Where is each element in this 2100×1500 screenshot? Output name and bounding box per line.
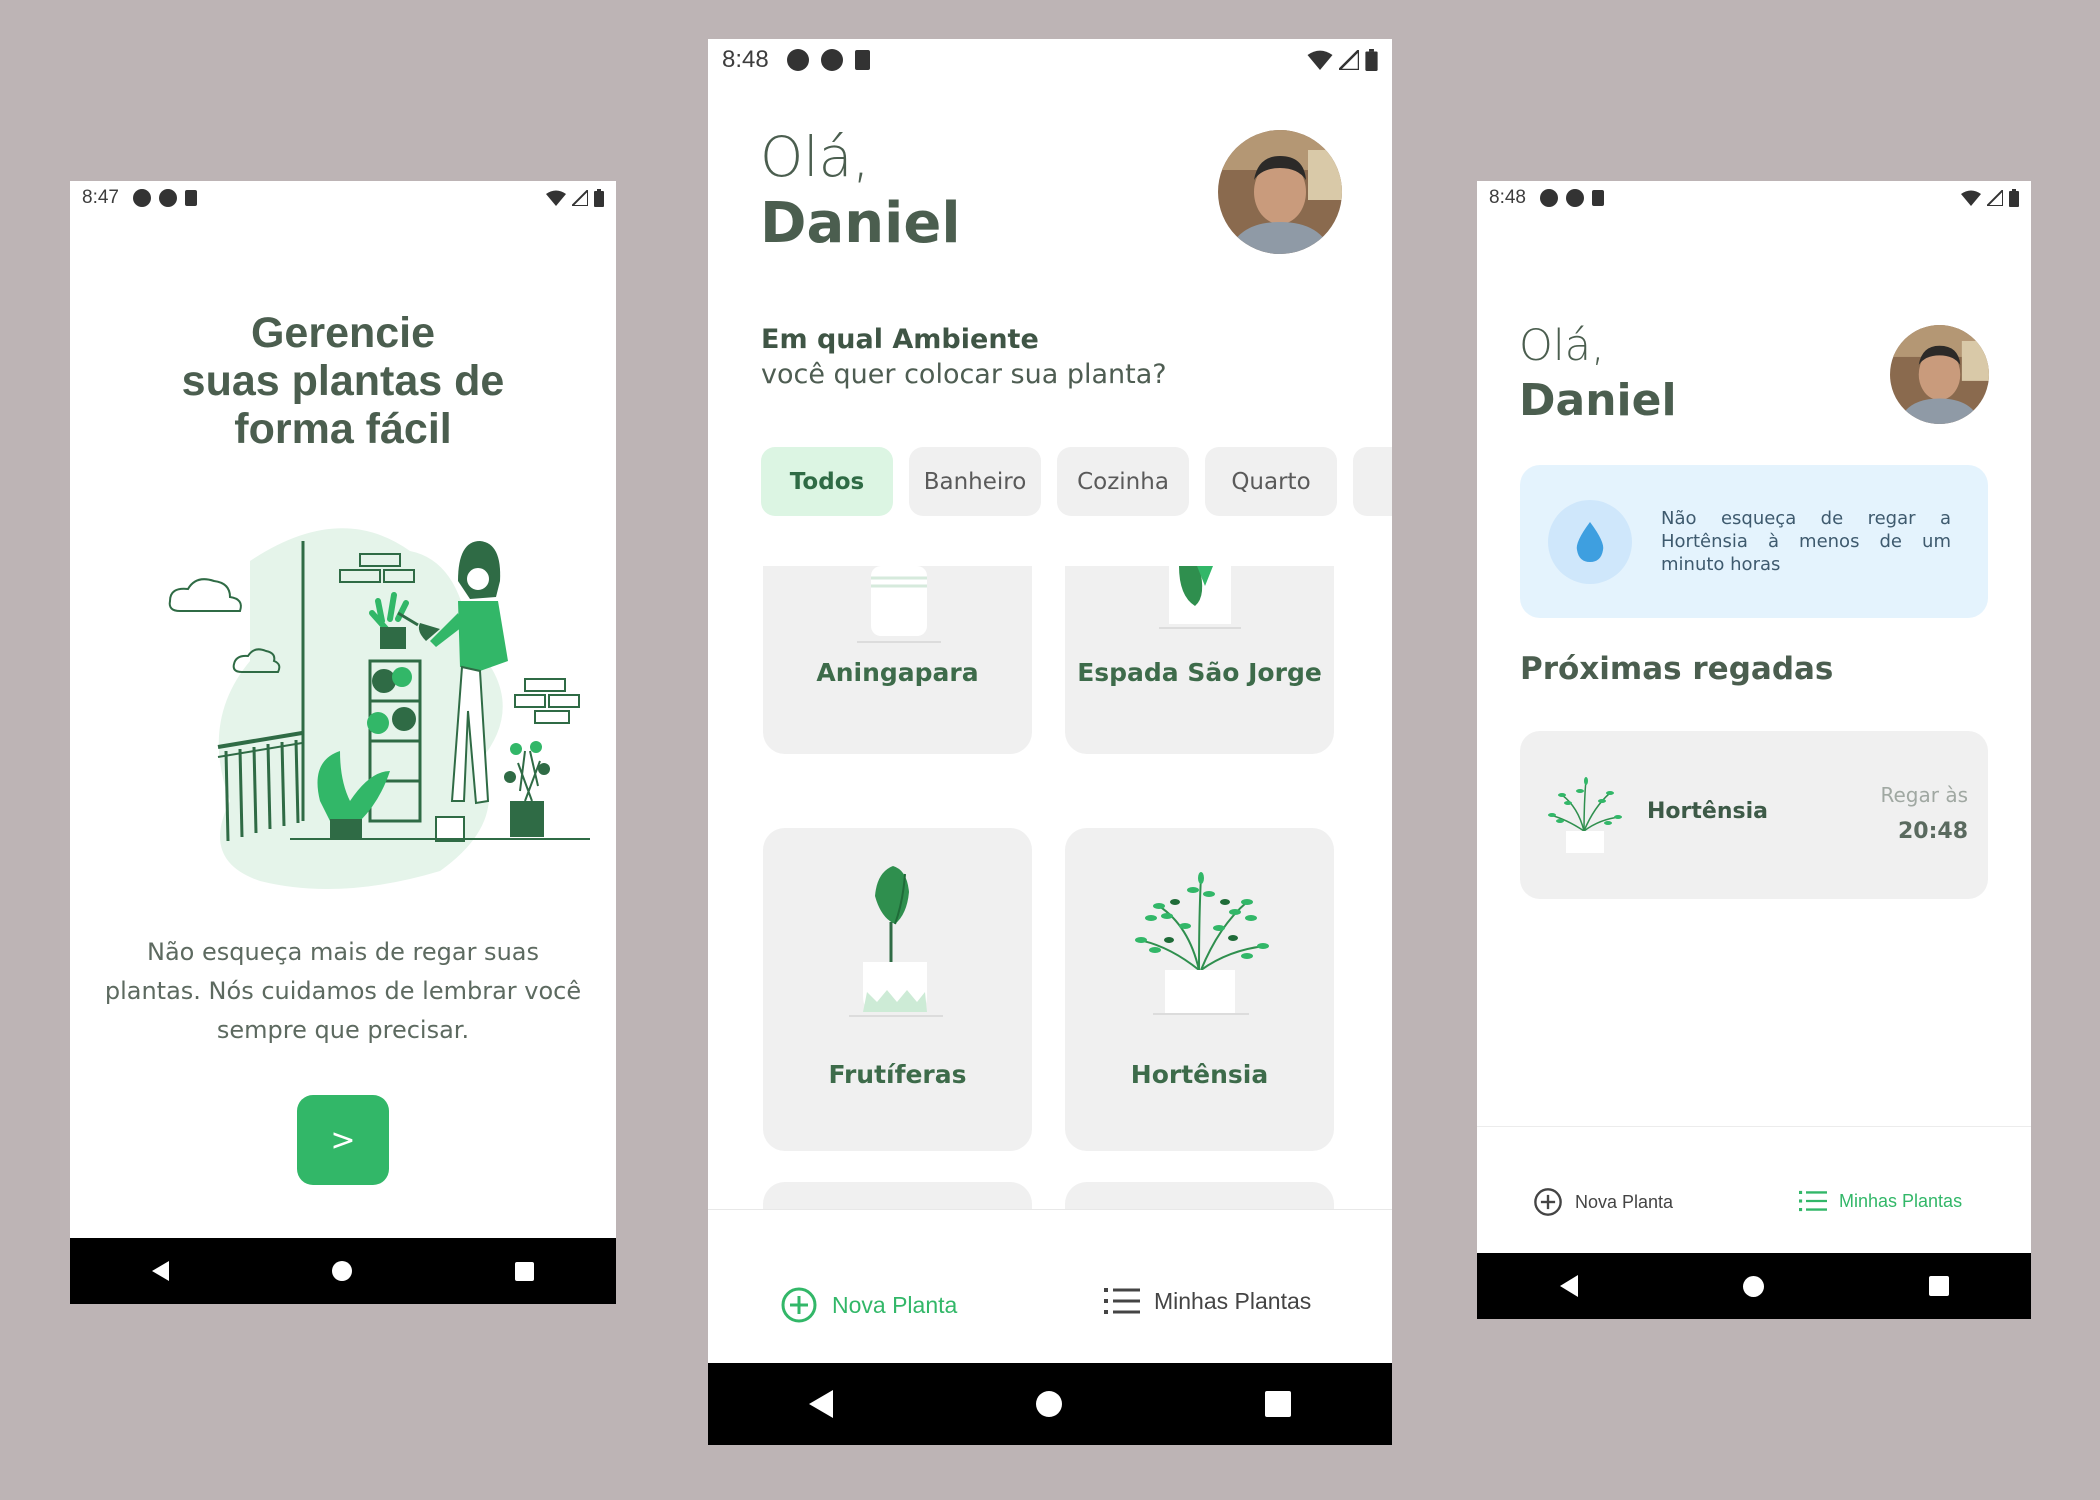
signal-icon (1987, 190, 2003, 206)
environment-chip-todos[interactable]: Todos (761, 447, 893, 516)
recent-apps-icon[interactable] (1264, 1391, 1291, 1417)
tab-my-plants-label: Minhas Plantas (1839, 1190, 1963, 1211)
android-nav-bar (708, 1363, 1392, 1445)
next-watering-time: 20:48 (1897, 819, 1968, 844)
tab-my-plants[interactable]: Minhas Plantas (1104, 1286, 1311, 1316)
frutiferas-plant-icon (849, 866, 943, 1017)
back-icon[interactable] (151, 1261, 169, 1281)
tab-my-plants-label: Minhas Plantas (1154, 1287, 1312, 1314)
environment-chip-cozinha[interactable]: Cozinha (1057, 447, 1189, 516)
tab-new-plant-label: Nova Planta (1575, 1191, 1674, 1212)
status-bar: 8:48 (1477, 181, 2031, 215)
plant-card[interactable]: Espada São Jorge (1065, 566, 1334, 754)
espada-sao-jorge-plant-icon (1159, 566, 1241, 629)
plus-circle-icon (781, 1287, 817, 1323)
next-watering-plant-name: Hortênsia (1647, 799, 1768, 824)
signal-icon (1339, 50, 1359, 70)
woman-watering-plants-illustration (168, 528, 590, 889)
tab-new-plant[interactable]: Nova Planta (780, 1286, 957, 1324)
status-bar: 8:48 (708, 39, 1392, 81)
welcome-screen: 8:47 Gerencie suas plantas de forma fáci… (70, 181, 616, 1304)
status-time: 8:48 (722, 46, 769, 73)
status-time: 8:48 (1489, 187, 1526, 208)
android-nav-bar (1477, 1253, 2031, 1319)
environment-question-subtitle: você quer colocar sua planta? (761, 359, 1167, 390)
environment-chip-partial[interactable] (1353, 447, 1392, 516)
recent-apps-icon[interactable] (1928, 1276, 1949, 1296)
next-watering-label: Regar às (1880, 783, 1968, 807)
plants-grid: Aningapara Espada São Jorge Frutíferas H… (763, 566, 1343, 1246)
aningapara-plant-icon (857, 566, 941, 643)
battery-icon (2009, 189, 2019, 207)
watering-reminder-banner: Não esqueça de regar a Hortênsia à menos… (1520, 465, 1988, 618)
wifi-icon (1961, 190, 1981, 206)
greeting: Olá, (1519, 321, 1605, 371)
start-button[interactable]: > (297, 1095, 389, 1185)
battery-icon (594, 189, 604, 207)
app-notification-icon (820, 49, 843, 71)
battery-icon (1365, 49, 1378, 71)
avatar[interactable] (1218, 130, 1342, 254)
my-plants-screen: 8:48 Olá, Daniel Não esqueça de regar a … (1477, 181, 2031, 1319)
plus-circle-icon (1534, 1188, 1562, 1216)
home-icon[interactable] (1035, 1391, 1062, 1417)
status-time: 8:47 (82, 187, 119, 208)
app-notification-icon (786, 49, 809, 71)
user-name: Daniel (1519, 375, 1677, 426)
home-icon[interactable] (1742, 1275, 1764, 1297)
user-photo (1890, 325, 1989, 424)
plant-name: Frutíferas (828, 1060, 967, 1089)
plant-card[interactable]: Frutíferas (763, 828, 1032, 1151)
back-icon[interactable] (1559, 1275, 1578, 1297)
next-watering-card[interactable]: Hortênsia Regar às 20:48 (1520, 731, 1988, 899)
new-plant-screen: 8:48 Olá, Daniel Em qual Ambiente você q… (708, 39, 1392, 1445)
app-notification-icon (132, 189, 151, 207)
environment-question-title: Em qual Ambiente (761, 324, 1039, 355)
greeting: Olá, (760, 125, 870, 189)
signal-icon (572, 190, 588, 206)
user-name: Daniel (760, 191, 961, 256)
user-photo (1218, 130, 1342, 254)
water-drop-icon (1548, 500, 1632, 584)
plant-card[interactable]: Hortênsia (1065, 828, 1334, 1151)
tab-my-plants[interactable]: Minhas Plantas (1799, 1189, 1962, 1213)
app-notification-icon (158, 189, 177, 207)
environment-chip-quarto[interactable]: Quarto (1205, 447, 1337, 516)
wifi-icon (546, 190, 566, 206)
bottom-tab-bar: Nova Planta Minhas Plantas (1477, 1126, 2031, 1254)
plant-card[interactable]: Aningapara (763, 566, 1032, 754)
tab-new-plant[interactable]: Nova Planta (1533, 1187, 1673, 1217)
plant-name: Espada São Jorge (1077, 658, 1322, 687)
sd-card-icon (1591, 190, 1604, 206)
tab-new-plant-label: Nova Planta (832, 1291, 958, 1318)
plant-name: Aningapara (816, 658, 979, 687)
status-bar: 8:47 (70, 181, 616, 215)
welcome-description: Não esqueça mais de regar suas plantas. … (104, 938, 582, 1044)
app-notification-icon (1539, 189, 1558, 207)
plant-name: Hortênsia (1130, 1060, 1269, 1089)
android-nav-bar (70, 1238, 616, 1304)
list-icon (1104, 1288, 1140, 1314)
welcome-title-line: suas plantas de (181, 357, 505, 405)
home-icon[interactable] (331, 1261, 352, 1281)
bottom-tab-bar: Nova Planta Minhas Plantas (708, 1209, 1392, 1363)
hortensia-plant-icon (1135, 872, 1269, 1015)
sd-card-icon (854, 50, 870, 70)
list-icon (1799, 1190, 1827, 1212)
environment-chip-banheiro[interactable]: Banheiro (909, 447, 1041, 516)
wifi-icon (1307, 50, 1333, 70)
watering-reminder-text: Não esqueça de regar a Hortênsia à menos… (1661, 508, 1951, 575)
back-icon[interactable] (809, 1390, 834, 1418)
avatar[interactable] (1890, 325, 1989, 424)
welcome-title: Gerencie suas plantas de forma fácil (70, 309, 616, 453)
sd-card-icon (184, 190, 197, 206)
welcome-title-line: Gerencie (250, 309, 436, 357)
recent-apps-icon[interactable] (515, 1261, 535, 1281)
welcome-title-line: forma fácil (234, 405, 452, 453)
hortensia-plant-icon (1548, 777, 1622, 853)
next-waterings-title: Próximas regadas (1520, 651, 1834, 687)
environment-filter-list: Todos Banheiro Cozinha Quarto (761, 447, 1392, 516)
app-notification-icon (1565, 189, 1584, 207)
